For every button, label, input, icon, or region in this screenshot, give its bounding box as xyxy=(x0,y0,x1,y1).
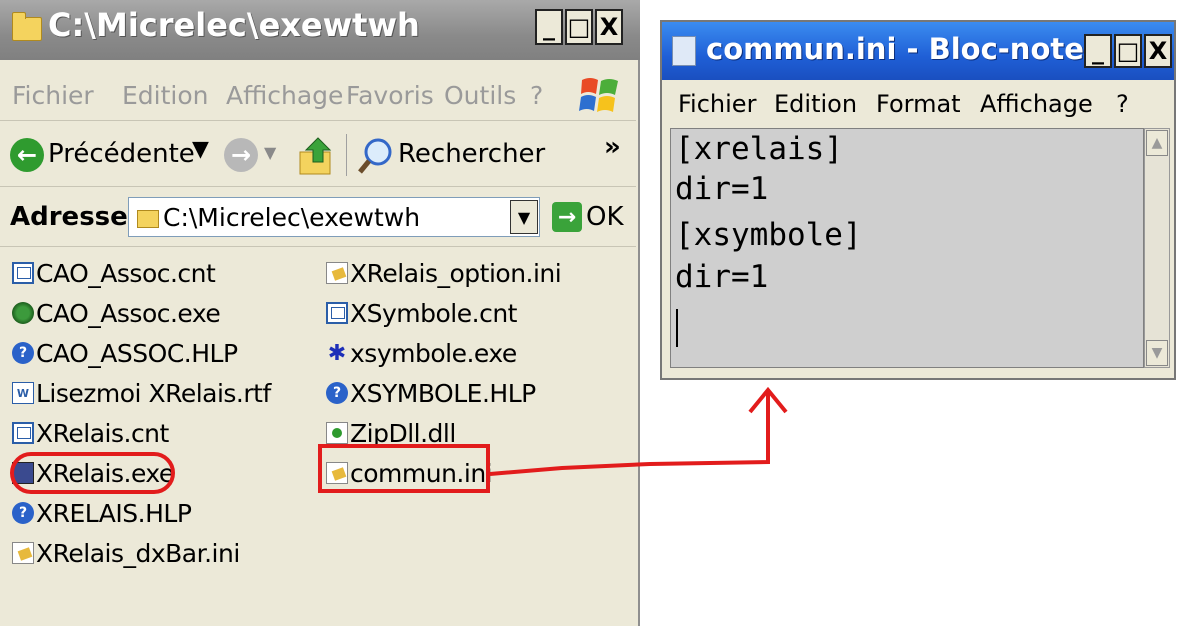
menu-help[interactable]: ? xyxy=(1116,90,1129,118)
notepad-menu-bar: Fichier Edition Format Affichage ? xyxy=(662,82,1174,126)
vertical-scrollbar[interactable]: ▲ ▼ xyxy=(1144,128,1170,368)
text-caret xyxy=(676,309,678,347)
notepad-window: commun.ini - Bloc-notes _ □ X Fichier Ed… xyxy=(660,20,1176,380)
menu-fichier[interactable]: Fichier xyxy=(678,90,756,118)
minimize-button[interactable]: _ xyxy=(1084,34,1112,68)
text-line: [xrelais] xyxy=(675,131,843,167)
notepad-title-bar[interactable]: commun.ini - Bloc-notes _ □ X xyxy=(662,22,1174,80)
text-line: [xsymbole] xyxy=(675,217,862,253)
close-button[interactable]: X xyxy=(1144,34,1172,68)
maximize-button[interactable]: □ xyxy=(1114,34,1142,68)
menu-format[interactable]: Format xyxy=(876,90,961,118)
notepad-text-area[interactable]: [xrelais] dir=1 [xsymbole] dir=1 xyxy=(670,128,1144,368)
text-line: dir=1 xyxy=(675,171,769,207)
scroll-up-icon[interactable]: ▲ xyxy=(1146,130,1168,156)
menu-edition[interactable]: Edition xyxy=(774,90,857,118)
menu-affichage[interactable]: Affichage xyxy=(980,90,1093,118)
notepad-title: commun.ini - Bloc-notes xyxy=(706,32,1102,66)
text-line: dir=1 xyxy=(675,259,769,295)
scroll-down-icon[interactable]: ▼ xyxy=(1146,340,1168,366)
notepad-icon xyxy=(672,36,696,66)
